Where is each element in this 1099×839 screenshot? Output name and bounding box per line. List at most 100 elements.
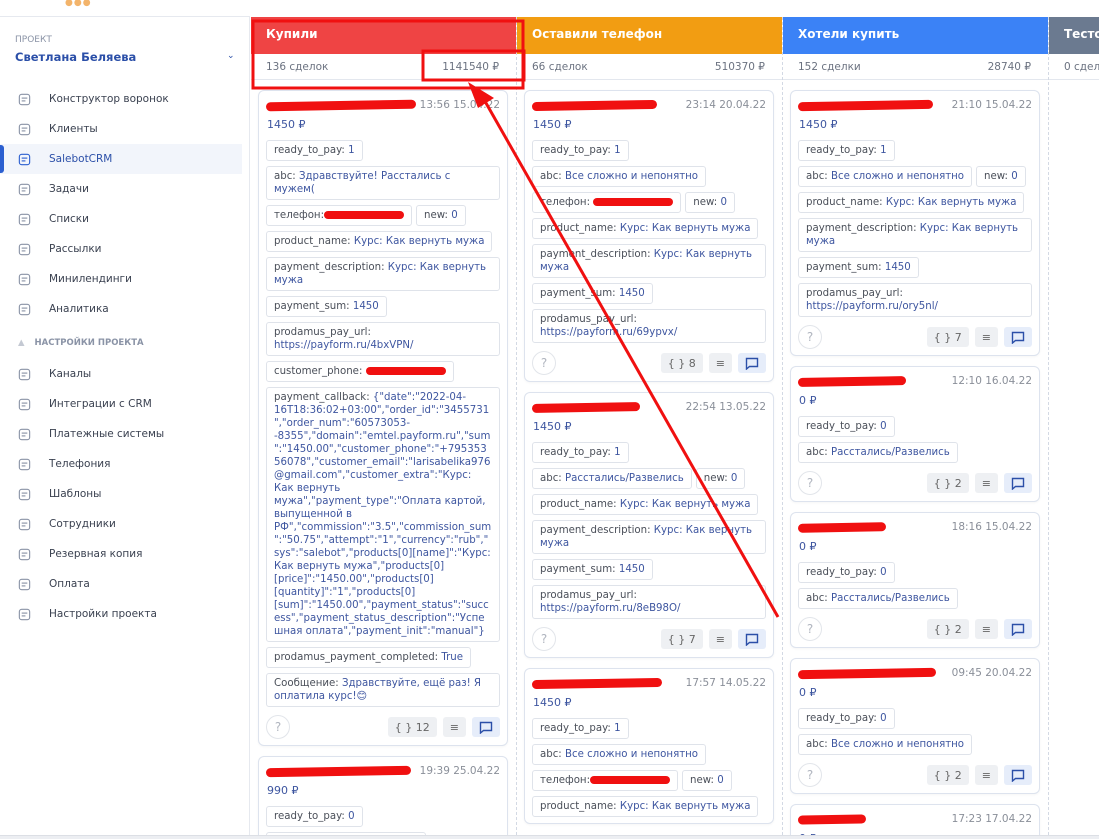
help-button[interactable]: ? (798, 471, 822, 495)
tag-value: 0 (720, 197, 727, 208)
deal-card[interactable]: 21:10 15.04.22 1450 ₽ ready_to_pay: 1 abc: … (790, 90, 1040, 356)
sidebar-item-phone[interactable]: Телефония (0, 449, 242, 479)
landing-icon (18, 273, 31, 285)
sidebar-item-funnel-builder[interactable]: Конструктор воронок (0, 84, 242, 114)
tag-key: new: (984, 171, 1012, 182)
help-button[interactable]: ? (532, 627, 556, 651)
sidebar-item-staff[interactable]: Сотрудники (0, 509, 242, 539)
help-button[interactable]: ? (798, 617, 822, 641)
column-title[interactable]: Хотели купить (783, 17, 1048, 54)
sidebar-item-landing[interactable]: Минилендинги (0, 264, 242, 294)
column-title[interactable]: Тесто (1049, 17, 1099, 54)
sidebar-item-wallet[interactable]: Оплата (0, 569, 242, 599)
sidebar-item-channels[interactable]: Каналы (0, 359, 242, 389)
variable-tag: payment_description: Курс: Как вернуть м… (798, 218, 1032, 252)
pipeline-column: Тесто 0 сдел (1049, 17, 1099, 835)
variables-button[interactable]: { } 8 (660, 353, 703, 373)
deal-card[interactable]: 17:57 14.05.22 1450 ₽ ready_to_pay: 1 abc: … (524, 668, 774, 824)
chat-button[interactable] (1004, 765, 1032, 785)
tag-key: ready_to_pay: (540, 723, 615, 734)
menu-button[interactable]: ≡ (974, 473, 998, 493)
clients-icon (18, 123, 31, 135)
sidebar-item-list[interactable]: Списки (0, 204, 242, 234)
variable-tag: product_name: Курс: Как вернуть мужа (532, 494, 759, 515)
sidebar-item-clients[interactable]: Клиенты (0, 114, 242, 144)
tasks-icon (18, 183, 31, 195)
chat-icon (1011, 769, 1025, 782)
column-title[interactable]: Купили (251, 17, 516, 54)
tag-value: 0 (451, 210, 458, 221)
menu-button[interactable]: ≡ (974, 619, 998, 639)
tag-key: payment_description: (274, 262, 388, 273)
sidebar-item-crm-target[interactable]: SalebotCRM (0, 144, 242, 174)
variable-tags: ready_to_pay: 1 abc: Здравствуйте! Расста… (266, 140, 500, 707)
variables-button[interactable]: { } 7 (660, 629, 703, 649)
tag-key: abc: (806, 739, 831, 750)
tag-key: ready_to_pay: (274, 811, 349, 822)
sidebar-item-cloud-backup[interactable]: Резервная копия (0, 539, 242, 569)
chat-button[interactable] (472, 717, 500, 737)
chat-button[interactable] (1004, 327, 1032, 347)
column-summary: 0 сдел (1049, 54, 1099, 80)
chat-button[interactable] (738, 629, 766, 649)
help-button[interactable]: ? (532, 351, 556, 375)
list-icon (18, 213, 31, 225)
menu-button[interactable]: ≡ (974, 327, 998, 347)
deal-time: 22:54 13.05.22 (685, 401, 766, 413)
integrations-icon (18, 398, 31, 410)
deal-card[interactable]: 13:56 15.04.22 1450 ₽ ready_to_pay: 1 abc: … (258, 90, 508, 746)
sidebar-item-integrations[interactable]: Интеграции с CRM (0, 389, 242, 419)
deal-card[interactable]: 22:54 13.05.22 1450 ₽ ready_to_pay: 1 abc: … (524, 392, 774, 658)
tag-key: ready_to_pay: (540, 145, 615, 156)
column-title[interactable]: Оставили телефон (517, 17, 782, 54)
help-button[interactable]: ? (798, 763, 822, 787)
menu-button[interactable]: ≡ (708, 353, 732, 373)
deal-card[interactable]: 12:10 16.04.22 0 ₽ ready_to_pay: 0 abc: Рас… (790, 366, 1040, 502)
project-selector[interactable]: Светлана Беляева (15, 50, 136, 64)
horizontal-scrollbar[interactable] (0, 835, 1099, 839)
chat-button[interactable] (738, 353, 766, 373)
sidebar-item-analytics[interactable]: Аналитика (0, 294, 242, 324)
deal-card[interactable]: 17:23 17.04.220 ₽ (790, 804, 1040, 835)
deal-card[interactable]: 18:16 15.04.22 0 ₽ ready_to_pay: 0 abc: Рас… (790, 512, 1040, 648)
chat-icon (1011, 477, 1025, 490)
variables-button[interactable]: { } 7 (926, 327, 969, 347)
project-label: ПРОЕКТ (15, 35, 52, 45)
variable-tag: new: 0 (685, 192, 735, 213)
variables-count: 12 (415, 720, 430, 734)
sidebar-item-mail[interactable]: Рассылки (0, 234, 242, 264)
tag-key: abc: (540, 171, 565, 182)
variable-tag: payment_description: Курс: Как вернуть м… (532, 244, 766, 278)
deal-card[interactable]: 19:39 25.04.22 990 ₽ ready_to_pay: 0abc: Р… (258, 756, 508, 835)
menu-button[interactable]: ≡ (974, 765, 998, 785)
chat-button[interactable] (1004, 619, 1032, 639)
variables-button[interactable]: { } 2 (926, 765, 969, 785)
menu-button[interactable]: ≡ (708, 629, 732, 649)
chat-button[interactable] (1004, 473, 1032, 493)
deal-card[interactable]: 23:14 20.04.22 1450 ₽ ready_to_pay: 1 abc: … (524, 90, 774, 382)
sidebar-item-sliders[interactable]: Настройки проекта (0, 599, 242, 629)
chevron-down-icon[interactable]: ⌄ (227, 51, 235, 61)
help-button[interactable]: ? (798, 325, 822, 349)
tag-key: payment_sum: (540, 564, 619, 575)
card-list (1049, 80, 1099, 90)
variable-tag: abc: Все сложно и непонятно (798, 166, 973, 187)
tag-value: 1 (614, 723, 621, 734)
sidebar-item-templates[interactable]: Шаблоны (0, 479, 242, 509)
tag-key: new: (424, 210, 452, 221)
pipeline-column: Оставили телефон 66 сделок 510370 ₽ 23:14 2… (517, 17, 783, 835)
variables-button[interactable]: { } 2 (926, 473, 969, 493)
variable-tag: new: 0 (682, 770, 732, 791)
variables-button[interactable]: { } 2 (926, 619, 969, 639)
help-button[interactable]: ? (266, 715, 290, 739)
braces-icon: { } (933, 622, 955, 636)
sidebar-item-card[interactable]: Платежные системы (0, 419, 242, 449)
mail-icon (18, 243, 31, 255)
variables-button[interactable]: { } 12 (387, 717, 437, 737)
deal-card[interactable]: 09:45 20.04.22 0 ₽ ready_to_pay: 0 abc: Все… (790, 658, 1040, 794)
menu-button[interactable]: ≡ (442, 717, 466, 737)
variable-tags: ready_to_pay: 0 abc: Расстались/Развелись (798, 416, 1032, 463)
redacted-value (593, 198, 674, 206)
sidebar-item-tasks[interactable]: Задачи (0, 174, 242, 204)
settings-section-toggle[interactable]: ▲ НАСТРОЙКИ ПРОЕКТА (18, 338, 144, 348)
